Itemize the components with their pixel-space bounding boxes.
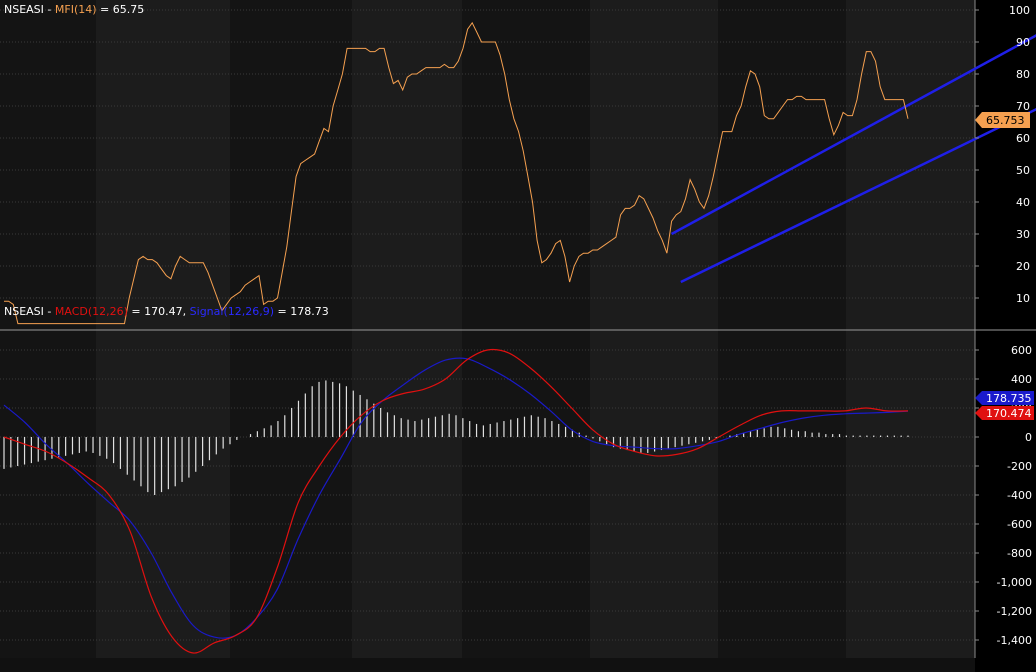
y-tick-label: -200 (1007, 460, 1032, 473)
mfi-last-value: 65.753 (986, 114, 1025, 127)
header-symbol: NSEASI (4, 3, 44, 16)
header-eq: = (97, 3, 113, 16)
time-band (230, 0, 352, 658)
y-tick-label: 100 (1009, 4, 1030, 17)
signal-last-value: 178.735 (986, 392, 1032, 405)
y-tick-label: 400 (1011, 373, 1032, 386)
time-band (0, 0, 96, 658)
header-signal-value: 178.73 (290, 305, 329, 318)
mfi-y-ticks: 10 20 30 40 50 60 70 80 90 100 (975, 4, 1030, 305)
chart-svg: 102030405060708090100 6004002000-200-400… (0, 0, 1036, 672)
y-tick-label: 90 (1016, 36, 1030, 49)
header-indicator: MFI(14) (55, 3, 97, 16)
time-band (352, 0, 462, 658)
header-value: 65.75 (113, 3, 145, 16)
y-tick-label: 70 (1016, 100, 1030, 113)
y-tick-label: -1,400 (997, 634, 1032, 647)
mfi-header: NSEASI - MFI(14) = 65.75 (4, 3, 144, 16)
y-tick-label: 50 (1016, 164, 1030, 177)
time-band (718, 0, 846, 658)
y-tick-label: 30 (1016, 228, 1030, 241)
header-eq: = (274, 305, 290, 318)
signal-last-badge: 178.735 (975, 391, 1034, 405)
mfi-last-badge: 65.753 (975, 112, 1030, 128)
y-tick-label: 0 (1025, 431, 1032, 444)
time-band (590, 0, 718, 658)
y-tick-label: 10 (1016, 292, 1030, 305)
macd-last-badge: 170.474 (975, 406, 1034, 420)
time-bands (0, 0, 975, 658)
y-tick-label: 80 (1016, 68, 1030, 81)
header-sep: - (44, 3, 55, 16)
y-tick-label: 600 (1011, 344, 1032, 357)
time-scrollbar[interactable] (0, 658, 975, 672)
y-tick-label: -1,200 (997, 605, 1032, 618)
macd-y-ticks: 6004002000-200-400-600-800-1,000-1,200-1… (975, 344, 1032, 647)
y-tick-label: -600 (1007, 518, 1032, 531)
header-macd-value: 170.47 (144, 305, 183, 318)
y-tick-label: -1,000 (997, 576, 1032, 589)
y-tick-label: 40 (1016, 196, 1030, 209)
y-tick-label: 60 (1016, 132, 1030, 145)
y-tick-label: -800 (1007, 547, 1032, 560)
time-band (96, 0, 230, 658)
y-tick-label: -400 (1007, 489, 1032, 502)
time-band (846, 0, 975, 658)
header-eq: = (128, 305, 144, 318)
time-band (462, 0, 590, 658)
macd-last-value: 170.474 (986, 407, 1032, 420)
header-symbol: NSEASI (4, 305, 44, 318)
header-macd-name: MACD(12,26) (55, 305, 128, 318)
header-signal-name: Signal(12,26,9) (190, 305, 274, 318)
y-tick-label: 20 (1016, 260, 1030, 273)
macd-header: NSEASI - MACD(12,26) = 170.47, Signal(12… (4, 305, 329, 318)
header-sep: - (44, 305, 55, 318)
header-comma: , (183, 305, 190, 318)
